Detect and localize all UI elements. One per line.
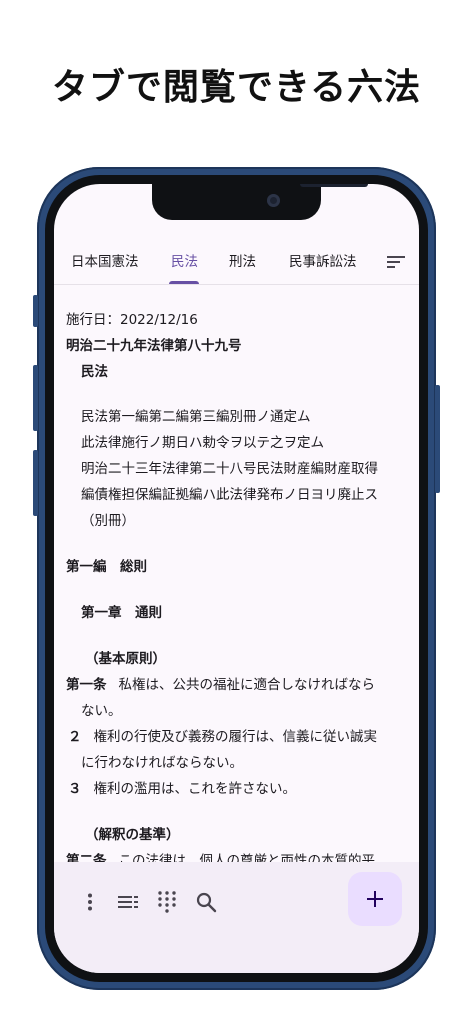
article-caption: （基本原則） (85, 651, 166, 667)
paragraph-3: ３ 権利の濫用は、これを許さない。 (66, 777, 296, 797)
active-tab-indicator (169, 281, 199, 284)
article-1: 第一条 私権は、公共の福祉に適合しなければなら (66, 673, 375, 693)
add-button[interactable] (348, 872, 402, 926)
phone-side-button (435, 385, 440, 493)
tab-constitution[interactable]: 日本国憲法 (71, 250, 139, 270)
phone-side-button (33, 450, 38, 516)
article-text-continued: ない。 (81, 703, 122, 719)
paragraph-text: 権利の濫用は、これを許さない。 (93, 781, 297, 797)
preamble-line: 編債権担保編証拠編ハ此法律発布ノ日ヨリ廃止ス (81, 487, 378, 503)
law-tabs: 日本国憲法 民法 刑法 民事訴訟法 (54, 244, 419, 285)
preamble-line: 明治二十三年法律第二十八号民法財産編財産取得 (81, 461, 378, 477)
chapter-heading: 第一章 通則 (81, 605, 162, 621)
article-text: 私権は、公共の福祉に適合しなければなら (118, 677, 376, 693)
preamble-line: 民法第一編第二編第三編別冊ノ通定ム (81, 409, 311, 425)
camera-icon (267, 194, 280, 207)
plus-icon (367, 891, 383, 907)
promo-headline: タブで閲覧できる六法 (51, 67, 422, 108)
search-icon[interactable] (194, 890, 218, 914)
list-icon[interactable] (116, 890, 140, 914)
notch (152, 184, 368, 220)
paragraph-2: ２ 権利の行使及び義務の履行は、信義に従い誠実 (66, 725, 377, 745)
part-heading: 第一編 総則 (66, 559, 147, 575)
tab-civil-code[interactable]: 民法 (171, 250, 198, 270)
phone-side-button (33, 295, 38, 327)
article-number: 第一条 (66, 677, 107, 693)
grid-icon[interactable] (155, 890, 179, 914)
law-name: 民法 (81, 364, 108, 380)
tab-civil-procedure[interactable]: 民事訴訟法 (289, 250, 357, 270)
tab-penal-code[interactable]: 刑法 (229, 250, 256, 270)
enforcement-date: 施行日：2022/12/16 (66, 312, 198, 328)
preamble-line: （別冊） (81, 513, 135, 529)
phone-side-button (33, 365, 38, 431)
article-caption: （解釈の基準） (85, 827, 180, 843)
preamble-line: 此法律施行ノ期日ハ勅令ヲ以テ之ヲ定ム (81, 435, 324, 451)
more-vert-icon[interactable] (78, 890, 102, 914)
paragraph-number: ３ (68, 781, 82, 797)
law-text: 施行日：2022/12/16 明治二十九年法律第八十九号 民法 民法第一編第二編… (66, 304, 411, 864)
speaker (300, 184, 368, 187)
paragraph-text-continued: に行わなければならない。 (81, 755, 243, 771)
sort-icon[interactable] (385, 252, 407, 272)
law-number: 明治二十九年法律第八十九号 (66, 338, 242, 354)
bottom-app-bar (54, 862, 419, 973)
paragraph-text: 権利の行使及び義務の履行は、信義に従い誠実 (93, 729, 378, 745)
app-screen: 日本国憲法 民法 刑法 民事訴訟法 施行日：2022/12/16 明治二十九年法… (54, 184, 419, 973)
paragraph-number: ２ (68, 729, 82, 745)
